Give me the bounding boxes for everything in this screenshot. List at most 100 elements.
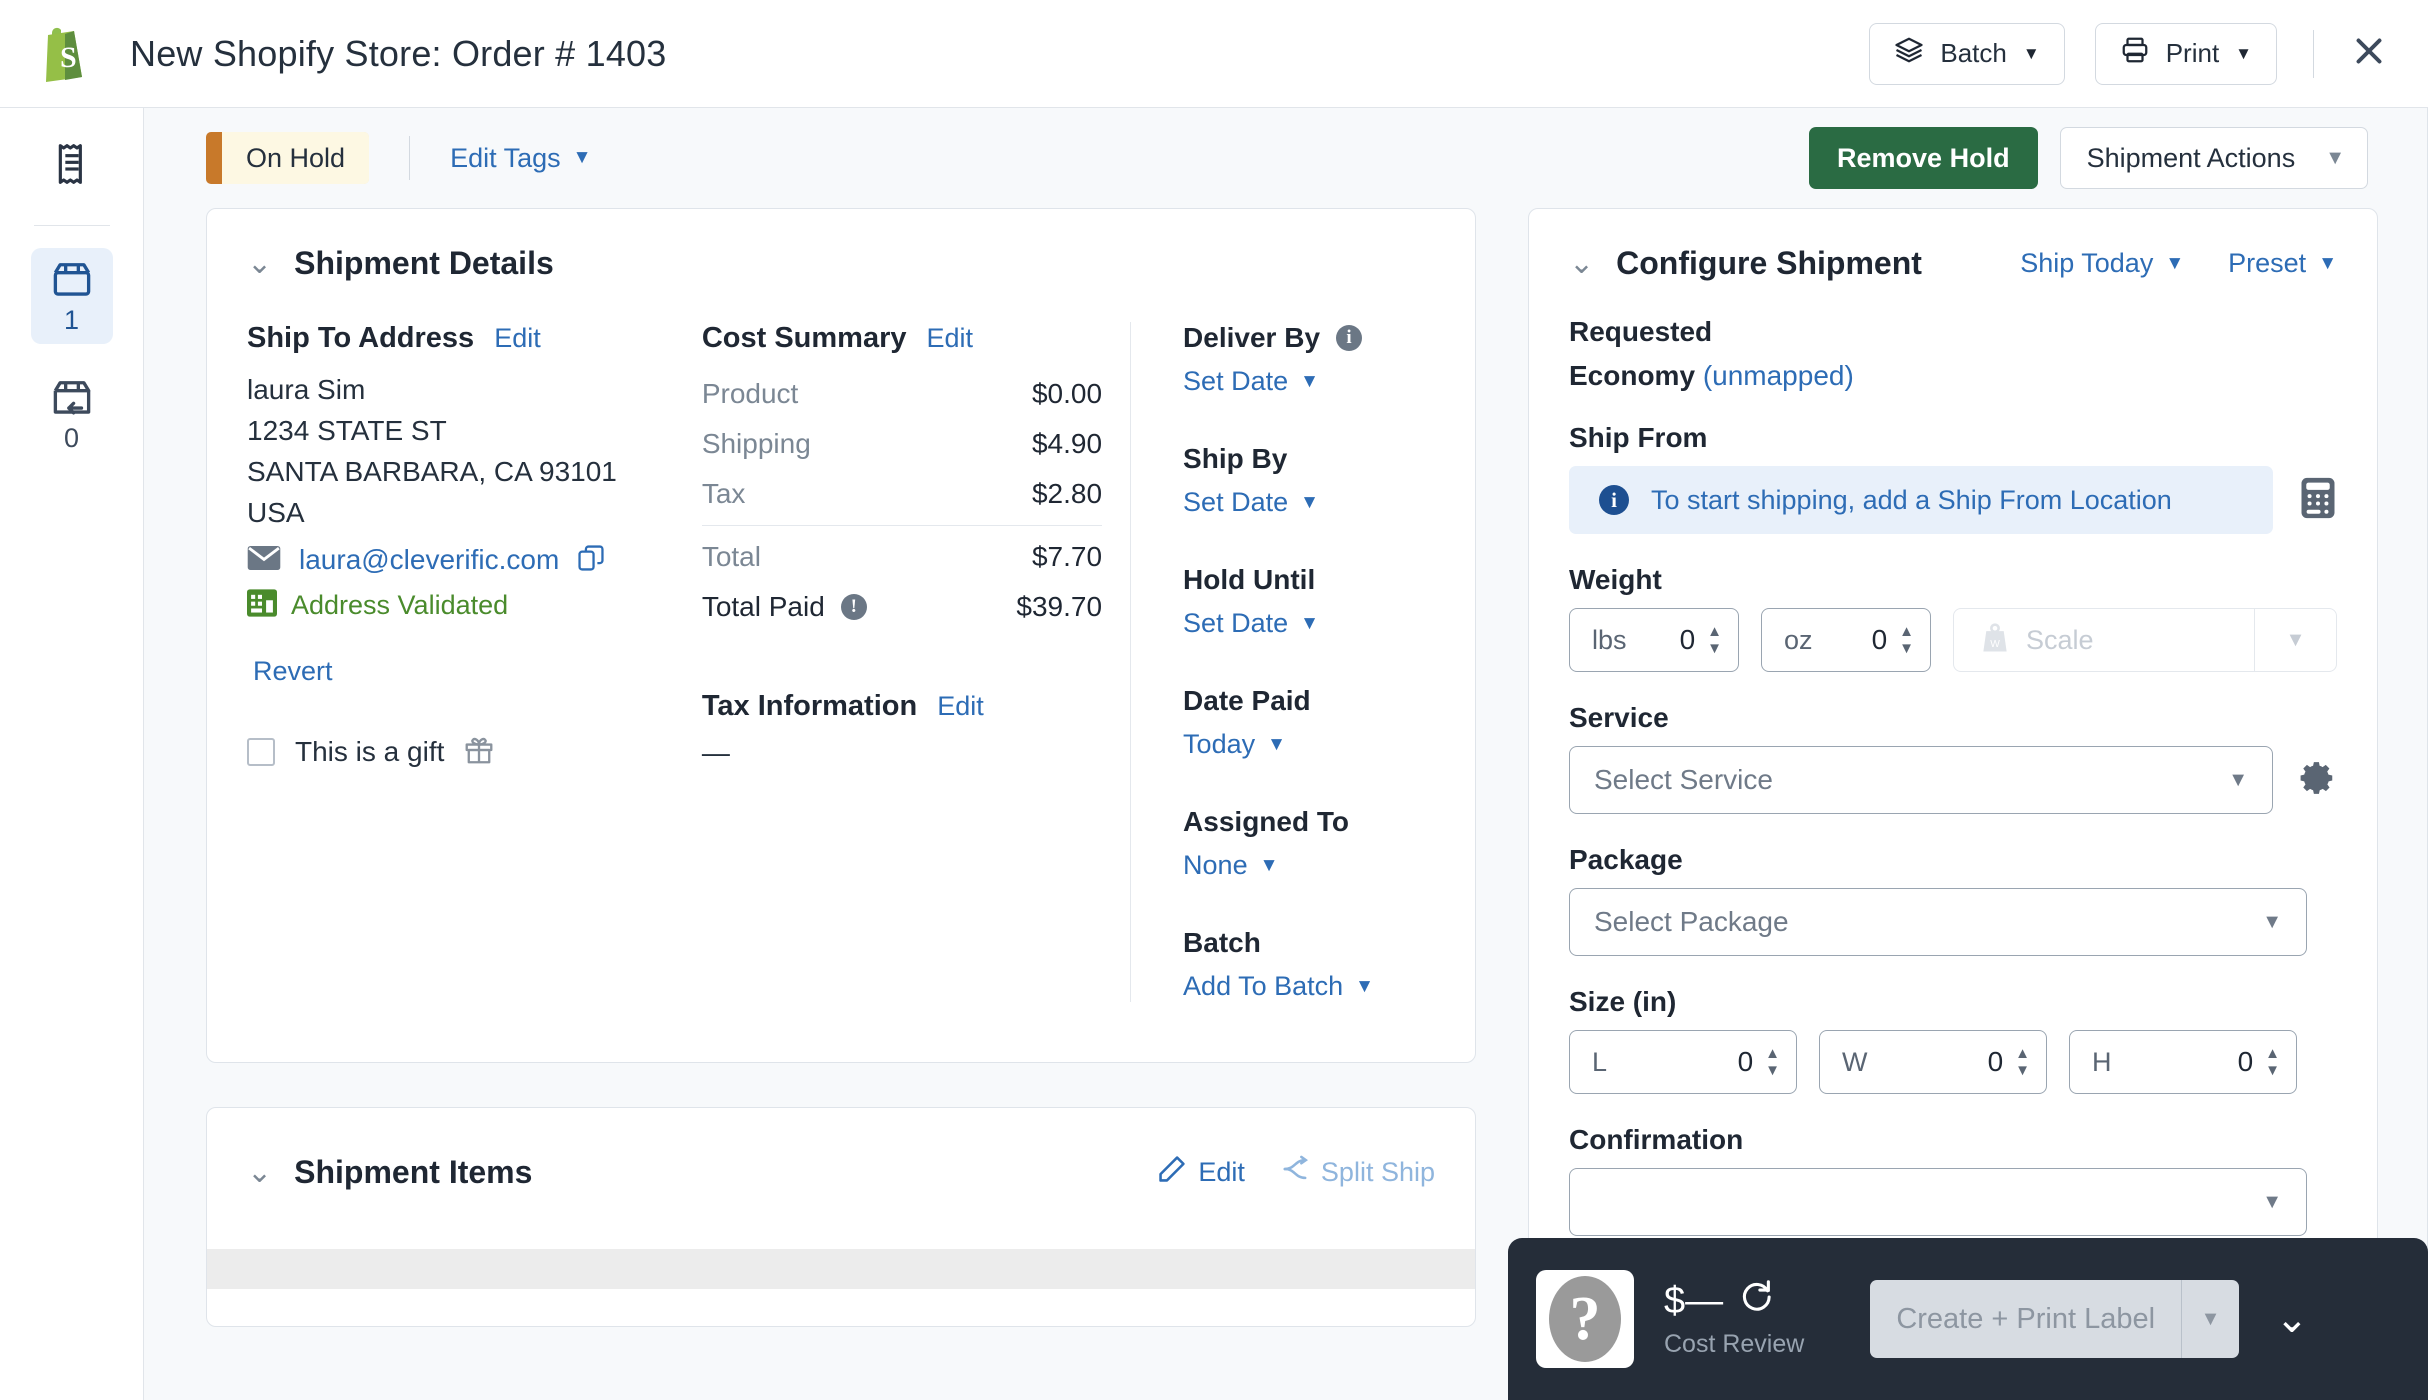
deliver-by-value: Set Date — [1183, 366, 1289, 396]
cost-total-paid-value: $39.70 — [1016, 591, 1103, 622]
ship-to-heading: Ship To Address Edit — [247, 322, 702, 355]
recipient-name: laura Sim — [247, 374, 366, 405]
status-badge-label: On Hold — [222, 132, 370, 184]
cost-review-amount-row: $— — [1664, 1279, 1804, 1324]
requested-mapping[interactable]: (unmapped) — [1703, 360, 1854, 391]
deliver-by-field: Deliver By i Set Date ▼ — [1183, 322, 1435, 397]
shipment-items-table-strip — [207, 1249, 1475, 1289]
remove-hold-button[interactable]: Remove Hold — [1809, 127, 2038, 189]
sidebar-item-shipments[interactable]: 1 — [30, 248, 113, 344]
shipment-actions-dropdown[interactable]: Shipment Actions ▼ — [2059, 127, 2368, 189]
header-divider — [2313, 29, 2314, 78]
cost-label: Tax — [701, 478, 746, 509]
size-height-stepper[interactable]: H 0 ▲ ▼ — [2069, 1030, 2297, 1094]
service-label: Service — [1569, 702, 1669, 733]
size-width-stepper[interactable]: W 0 ▲ ▼ — [1819, 1030, 2047, 1094]
batch-button[interactable]: Batch ▼ — [1869, 22, 2065, 85]
stepper-arrows-icon[interactable]: ▲ ▼ — [1765, 1046, 1788, 1078]
chevron-down-icon: ▼ — [2022, 43, 2040, 63]
address-validated-label: Address Validated — [291, 589, 509, 620]
calculator-icon[interactable] — [2299, 476, 2337, 525]
left-rail: 1 0 — [0, 108, 144, 1400]
deliver-by-value-button[interactable]: Set Date ▼ — [1183, 366, 1319, 397]
tax-information-heading-label: Tax Information — [701, 690, 918, 722]
chevron-down-icon[interactable]: ⌄ — [247, 248, 272, 279]
cost-total-paid-label: Total Paid — [701, 591, 825, 622]
gift-row: This is a gift — [247, 735, 702, 770]
recipient-email[interactable]: laura@cleverific.com — [299, 544, 559, 576]
scale-label: Scale — [2026, 624, 2094, 655]
sidebar-item-returns[interactable]: 0 — [31, 366, 113, 462]
subheader-divider — [409, 136, 411, 180]
close-button[interactable] — [2344, 29, 2394, 79]
create-print-label-button[interactable]: Create + Print Label — [1870, 1280, 2182, 1358]
weight-oz-stepper[interactable]: oz 0 ▲ ▼ — [1761, 608, 1931, 672]
configure-shipment-title: Configure Shipment — [1616, 245, 1922, 281]
revert-link[interactable]: Revert — [253, 656, 333, 687]
print-button[interactable]: Print ▼ — [2094, 22, 2277, 85]
ship-today-dropdown[interactable]: Ship Today ▼ — [2020, 248, 2184, 279]
cost-summary-edit-link[interactable]: Edit — [926, 323, 973, 354]
scale-button: W Scale — [1954, 621, 2254, 660]
deliver-by-label: Deliver By — [1183, 322, 1321, 353]
info-icon[interactable]: ! — [840, 594, 867, 620]
shipment-items-title: Shipment Items — [294, 1154, 533, 1190]
info-icon[interactable]: i — [1336, 325, 1363, 351]
hold-until-value-button[interactable]: Set Date ▼ — [1183, 608, 1319, 639]
header-actions: Batch ▼ Print ▼ — [1869, 0, 2428, 107]
size-length-stepper[interactable]: L 0 ▲ ▼ — [1569, 1030, 1797, 1094]
date-paid-value-button[interactable]: Today ▼ — [1183, 729, 1286, 760]
size-length-value: 0 — [1737, 1046, 1754, 1077]
copy-icon[interactable] — [577, 544, 605, 577]
refresh-icon[interactable] — [1739, 1279, 1773, 1324]
envelope-icon — [247, 545, 281, 576]
ship-from-notice[interactable]: i To start shipping, add a Ship From Loc… — [1569, 466, 2273, 534]
ship-to-address-section: Ship To Address Edit laura Sim 1234 STAT… — [247, 322, 702, 1002]
stepper-arrows-icon[interactable]: ▲ ▼ — [1707, 624, 1730, 656]
service-select[interactable]: Select Service ▼ — [1569, 746, 2273, 814]
gift-checkbox[interactable] — [247, 738, 275, 767]
pencil-icon — [1158, 1155, 1186, 1190]
shopify-bag-icon: S — [38, 25, 90, 83]
cost-total-value: $7.70 — [1031, 541, 1103, 572]
chevron-down-icon: ▼ — [2262, 1190, 2282, 1213]
chevron-down-icon: ▼ — [1267, 734, 1286, 755]
chevron-down-icon: ▼ — [2262, 910, 2282, 933]
requested-service: Economy — [1569, 360, 1696, 391]
collapse-bar-button[interactable]: ⌄ — [2275, 1299, 2309, 1339]
add-to-batch-button[interactable]: Add To Batch ▼ — [1183, 971, 1374, 1002]
cost-label: Shipping — [701, 428, 811, 459]
chevron-down-icon[interactable]: ⌄ — [247, 1157, 272, 1188]
sidebar-item-order[interactable] — [31, 130, 113, 201]
returns-count: 0 — [63, 423, 80, 453]
confirmation-select[interactable]: ▼ — [1569, 1168, 2307, 1236]
shipment-dates-section: Deliver By i Set Date ▼ Ship By Set Date… — [1130, 322, 1435, 1002]
tax-information-edit-link[interactable]: Edit — [937, 691, 984, 722]
package-select[interactable]: Select Package ▼ — [1569, 888, 2307, 956]
svg-text:W: W — [1990, 639, 2000, 650]
create-print-label-dropdown[interactable]: ▼ — [2181, 1280, 2240, 1358]
weight-lbs-value: 0 — [1679, 624, 1696, 655]
chevron-down-icon[interactable]: ⌄ — [1569, 248, 1594, 279]
weight-lbs-stepper[interactable]: lbs 0 ▲ ▼ — [1569, 608, 1739, 672]
assigned-to-field: Assigned To None ▼ — [1183, 806, 1435, 881]
ship-by-value-button[interactable]: Set Date ▼ — [1183, 487, 1319, 518]
print-button-label: Print — [2165, 38, 2220, 68]
preset-dropdown[interactable]: Preset ▼ — [2228, 248, 2337, 279]
cost-total-row: Total $7.70 — [702, 532, 1102, 582]
stepper-arrows-icon[interactable]: ▲ ▼ — [2265, 1046, 2288, 1078]
ship-to-edit-link[interactable]: Edit — [494, 323, 541, 354]
assigned-to-value-button[interactable]: None ▼ — [1183, 850, 1278, 881]
gear-icon[interactable] — [2299, 759, 2337, 802]
help-button[interactable]: ? — [1536, 1270, 1634, 1368]
ship-from-notice-text: To start shipping, add a Ship From Locat… — [1651, 484, 2172, 515]
shipment-items-edit-button[interactable]: Edit — [1158, 1155, 1245, 1190]
split-ship-button[interactable]: Split Ship — [1281, 1155, 1435, 1190]
stepper-arrows-icon[interactable]: ▲ ▼ — [2015, 1046, 2038, 1078]
date-paid-field: Date Paid Today ▼ — [1183, 685, 1435, 760]
cost-summary-section: Cost Summary Edit Product $0.00 Shipping… — [701, 322, 1122, 1002]
chevron-down-icon: ▼ — [2235, 43, 2252, 63]
edit-tags-button[interactable]: Edit Tags ▼ — [450, 143, 591, 174]
configure-shipment-card: ⌄ Configure Shipment Ship Today ▼ Preset… — [1528, 208, 2378, 1277]
stepper-arrows-icon[interactable]: ▲ ▼ — [1899, 624, 1922, 656]
